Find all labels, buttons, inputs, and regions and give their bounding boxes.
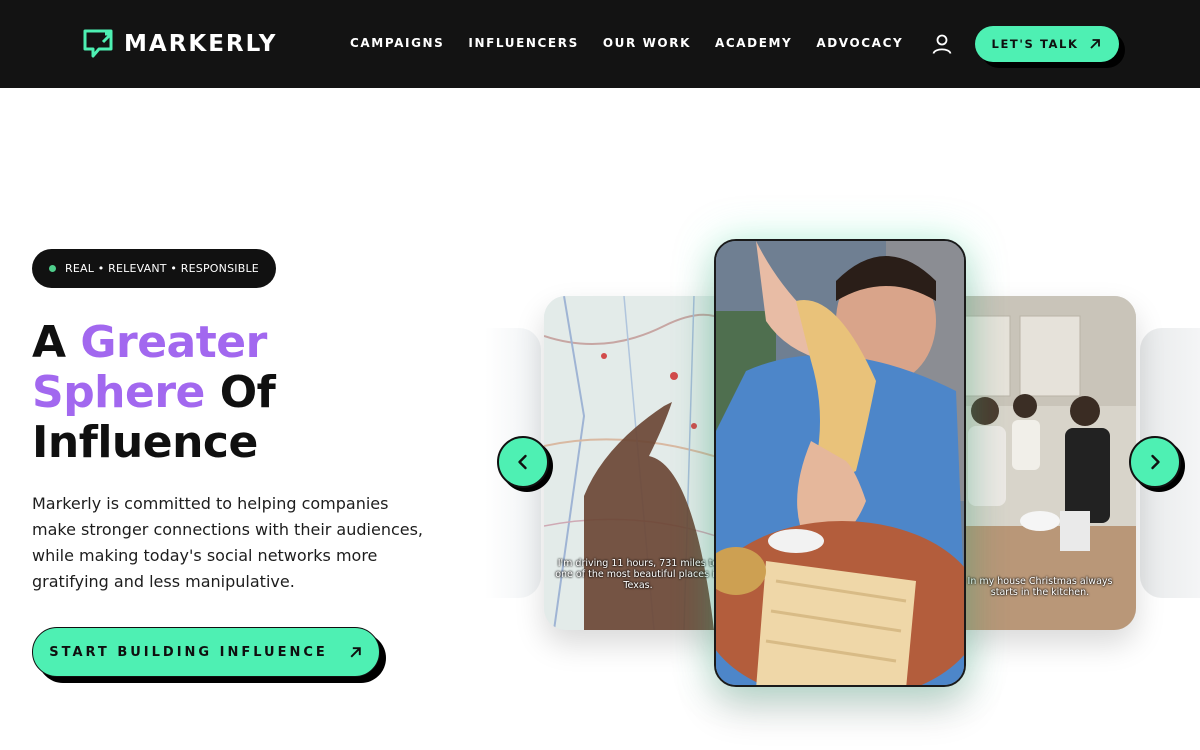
tagline-text: REAL • RELEVANT • RESPONSIBLE: [65, 262, 259, 275]
headline-word: A: [32, 317, 66, 368]
status-dot: [49, 265, 56, 272]
cta-label: START BUILDING INFLUENCE: [49, 644, 328, 660]
prev-button-face[interactable]: [497, 436, 549, 488]
video-caption: I'm driving 11 hours, 731 miles to one o…: [555, 558, 721, 591]
start-building-influence-button[interactable]: START BUILDING INFLUENCE: [32, 627, 388, 685]
lets-talk-button-face[interactable]: LET'S TALK: [975, 26, 1119, 62]
featured-video-thumbnail: [716, 241, 964, 685]
headline-word: Influence: [32, 417, 258, 468]
cta-button-face[interactable]: START BUILDING INFLUENCE: [32, 627, 380, 677]
tagline-pill: REAL • RELEVANT • RESPONSIBLE: [32, 249, 276, 288]
lets-talk-label: LET'S TALK: [991, 37, 1079, 51]
arrow-up-right-icon: [1090, 39, 1101, 49]
next-button-face[interactable]: [1129, 436, 1181, 488]
carousel-prev-button[interactable]: [497, 436, 553, 492]
chevron-right-icon: [1151, 454, 1160, 470]
carousel-card-featured[interactable]: [714, 239, 966, 687]
markerly-logo[interactable]: MARKERLY: [82, 28, 277, 60]
nav-item-campaigns[interactable]: CAMPAIGNS: [350, 36, 444, 50]
lets-talk-button[interactable]: LET'S TALK: [975, 26, 1125, 68]
carousel-next-button[interactable]: [1129, 436, 1185, 492]
headline-word-highlight: Sphere: [32, 367, 205, 418]
chevron-left-icon: [518, 454, 527, 470]
arrow-up-right-icon: [350, 646, 361, 657]
video-caption: In my house Christmas always starts in t…: [967, 576, 1113, 598]
user-icon[interactable]: [930, 32, 954, 56]
headline-word-highlight: Greater: [80, 317, 267, 368]
headline-word: Of: [219, 367, 276, 418]
site-header: MARKERLY CAMPAIGNS INFLUENCERS OUR WORK …: [0, 0, 1200, 88]
nav-item-influencers[interactable]: INFLUENCERS: [468, 36, 578, 50]
logo-chat-icon: [83, 29, 113, 58]
logo-text: MARKERLY: [124, 31, 278, 57]
main-nav: CAMPAIGNS INFLUENCERS OUR WORK ACADEMY A…: [350, 36, 903, 50]
nav-item-advocacy[interactable]: ADVOCACY: [816, 36, 903, 50]
influencer-video-carousel: I'm driving 11 hours, 731 miles to one o…: [485, 100, 1200, 750]
hero-headline: A Greater Sphere Of Influence: [32, 318, 452, 468]
carousel-card-kitchen[interactable]: In my house Christmas always starts in t…: [940, 296, 1136, 630]
nav-item-academy[interactable]: ACADEMY: [715, 36, 792, 50]
nav-item-our-work[interactable]: OUR WORK: [603, 36, 691, 50]
hero-description: Markerly is committed to helping compani…: [32, 494, 424, 591]
